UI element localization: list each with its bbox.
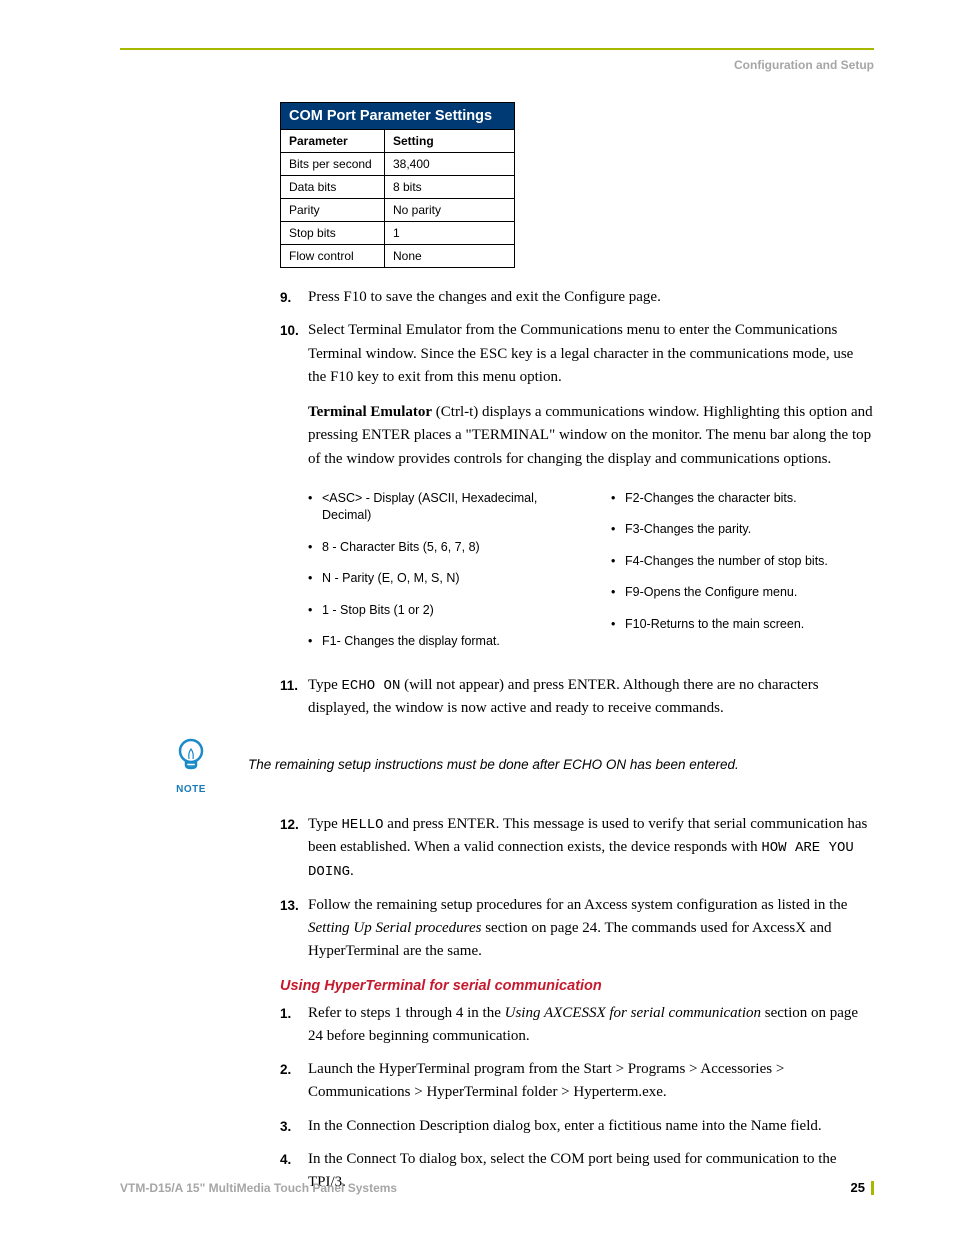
step-12-c: . [350, 863, 354, 879]
table-head-setting: Setting [385, 130, 515, 153]
table-row: Bits per second38,400 [281, 153, 515, 176]
step-10-text: Select Terminal Emulator from the Commun… [308, 322, 853, 385]
step-13-a: Follow the remaining setup procedures fo… [308, 897, 847, 913]
step-12: Type HELLO and press ENTER. This message… [280, 813, 874, 884]
h1-a: Refer to steps 1 through 4 in the [308, 1005, 505, 1021]
footer: VTM-D15/A 15" MultiMedia Touch Panel Sys… [120, 1181, 874, 1195]
cell: 38,400 [385, 153, 515, 176]
header-section: Configuration and Setup [120, 58, 874, 72]
ordered-steps-12-13: Type HELLO and press ENTER. This message… [280, 813, 874, 964]
step-11: Type ECHO ON (will not appear) and press… [280, 674, 874, 721]
footer-page-number: 25 [851, 1181, 874, 1195]
table-head-param: Parameter [281, 130, 385, 153]
bullet-item: 1 - Stop Bits (1 or 2) [308, 595, 571, 627]
bullet-item: 8 - Character Bits (5, 6, 7, 8) [308, 532, 571, 564]
hyper-step-3: In the Connection Description dialog box… [280, 1115, 874, 1138]
bullet-columns: <ASC> - Display (ASCII, Hexadecimal, Dec… [308, 483, 874, 658]
com-port-table: COM Port Parameter Settings Parameter Se… [280, 102, 515, 268]
cell: Flow control [281, 245, 385, 268]
cell: No parity [385, 199, 515, 222]
step-9: Press F10 to save the changes and exit t… [280, 286, 874, 309]
table-row: Data bits8 bits [281, 176, 515, 199]
step-11-a: Type [308, 677, 342, 693]
note-text: The remaining setup instructions must be… [248, 755, 874, 775]
cell: Data bits [281, 176, 385, 199]
content-block: COM Port Parameter Settings Parameter Se… [280, 102, 874, 1194]
bullet-item: <ASC> - Display (ASCII, Hexadecimal, Dec… [308, 483, 571, 532]
cell: Stop bits [281, 222, 385, 245]
bullet-item: F1- Changes the display format. [308, 626, 571, 658]
step-12-a: Type [308, 816, 342, 832]
cell: None [385, 245, 515, 268]
cell: 1 [385, 222, 515, 245]
section-heading-hyperterminal: Using HyperTerminal for serial communica… [280, 978, 874, 994]
terminal-emulator-bold: Terminal Emulator [308, 404, 432, 420]
step-12-cmd1: HELLO [342, 817, 384, 833]
table-row: Flow controlNone [281, 245, 515, 268]
terminal-emulator-para: Terminal Emulator (Ctrl-t) displays a co… [308, 401, 874, 471]
table-row: ParityNo parity [281, 199, 515, 222]
note-row: NOTE The remaining setup instructions mu… [170, 735, 874, 795]
bullet-item: F10-Returns to the main screen. [611, 609, 874, 641]
ordered-steps-hyper: Refer to steps 1 through 4 in the Using … [280, 1002, 874, 1195]
bullet-item: F9-Opens the Configure menu. [611, 577, 874, 609]
bullet-item: F4-Changes the number of stop bits. [611, 546, 874, 578]
lightbulb-icon [170, 735, 212, 777]
bullet-col-right: F2-Changes the character bits. F3-Change… [611, 483, 874, 658]
bullet-item: F2-Changes the character bits. [611, 483, 874, 515]
footer-title: VTM-D15/A 15" MultiMedia Touch Panel Sys… [120, 1181, 397, 1195]
step-13: Follow the remaining setup procedures fo… [280, 894, 874, 964]
hyper-step-1: Refer to steps 1 through 4 in the Using … [280, 1002, 874, 1049]
step-13-i: Setting Up Serial procedures [308, 920, 481, 936]
bullet-item: N - Parity (E, O, M, S, N) [308, 563, 571, 595]
table-title: COM Port Parameter Settings [281, 103, 515, 130]
step-10: Select Terminal Emulator from the Commun… [280, 319, 874, 658]
bullet-col-left: <ASC> - Display (ASCII, Hexadecimal, Dec… [308, 483, 571, 658]
note-icon-wrap: NOTE [170, 735, 212, 795]
step-11-cmd: ECHO ON [342, 678, 401, 694]
cell: Bits per second [281, 153, 385, 176]
h1-i: Using AXCESSX for serial communication [505, 1005, 761, 1021]
note-label: NOTE [170, 784, 212, 795]
ordered-steps-9-11: Press F10 to save the changes and exit t… [280, 286, 874, 721]
cell: Parity [281, 199, 385, 222]
hyper-step-2: Launch the HyperTerminal program from th… [280, 1058, 874, 1105]
page: Configuration and Setup COM Port Paramet… [0, 0, 954, 1235]
bullet-item: F3-Changes the parity. [611, 514, 874, 546]
cell: 8 bits [385, 176, 515, 199]
header-rule [120, 48, 874, 50]
table-row: Stop bits1 [281, 222, 515, 245]
